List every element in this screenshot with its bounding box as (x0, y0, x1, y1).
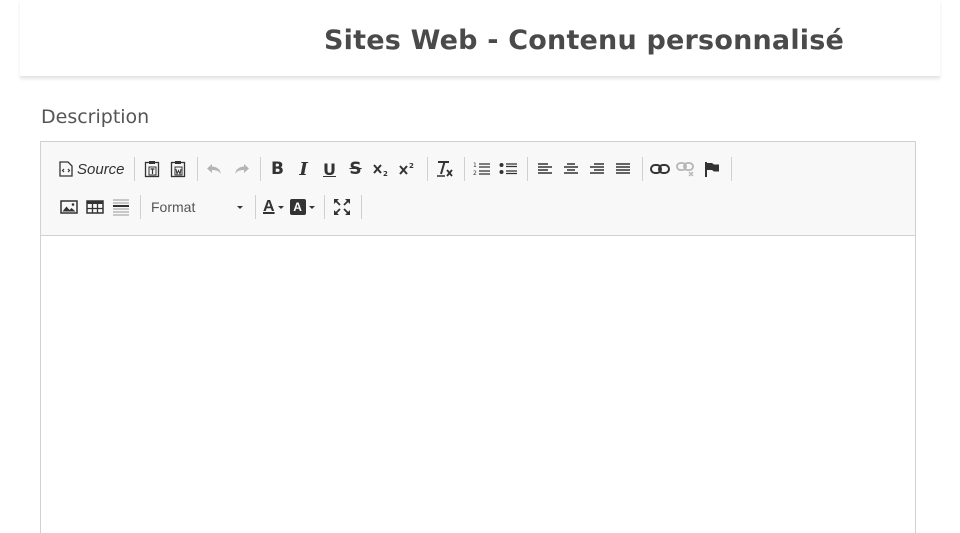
maximize-icon (333, 198, 351, 216)
align-right-icon (589, 162, 605, 176)
source-label: Source (77, 160, 125, 178)
description-label: Description (41, 106, 150, 128)
editor-content-area[interactable] (41, 236, 915, 533)
anchor-button[interactable] (699, 156, 725, 182)
page: Sites Web - Contenu personnalisé Descrip… (0, 0, 960, 533)
align-center-icon (563, 162, 579, 176)
maximize-button[interactable] (329, 194, 355, 220)
bulleted-list-button[interactable] (495, 156, 521, 182)
align-left-button[interactable] (532, 156, 558, 182)
toolbar-group-list: 12 (469, 157, 528, 181)
toolbar-group-insert (56, 195, 141, 219)
numbered-list-icon: 12 (473, 161, 491, 177)
remove-format-icon (435, 160, 455, 178)
bold-icon: B (271, 159, 285, 179)
background-color-icon: A (289, 199, 306, 215)
remove-format-button[interactable] (432, 156, 458, 182)
toolbar-group-colors: A A (260, 195, 325, 219)
format-label: Format (151, 199, 196, 215)
toolbar-group-links (647, 157, 732, 181)
redo-button[interactable] (228, 156, 254, 182)
table-button[interactable] (82, 194, 108, 220)
underline-icon: U (323, 159, 337, 179)
toolbar-row-2: Format A A (56, 188, 915, 226)
chevron-down-icon (277, 205, 284, 209)
horizontal-rule-icon (112, 198, 130, 216)
unlink-button[interactable] (673, 156, 699, 182)
header: Sites Web - Contenu personnalisé (20, 0, 940, 77)
source-icon (59, 161, 73, 177)
justify-icon (615, 162, 631, 176)
strikethrough-icon: S (349, 159, 362, 179)
svg-text:1: 1 (473, 162, 477, 169)
toolbar-group-styles: Format (145, 195, 256, 219)
image-button[interactable] (56, 194, 82, 220)
underline-button[interactable]: U (317, 156, 343, 182)
align-left-icon (537, 162, 553, 176)
chevron-down-icon (237, 205, 243, 209)
italic-icon: I (299, 158, 308, 180)
italic-button[interactable]: I (291, 156, 317, 182)
source-button[interactable]: Source (56, 156, 128, 182)
toolbar-group-tools (329, 195, 362, 219)
rich-text-editor: Source B I U S 2 2 1 2 Format A A (40, 141, 916, 533)
svg-text:2: 2 (383, 170, 388, 177)
superscript-button[interactable]: 2 (395, 156, 421, 182)
background-color-button[interactable]: A (287, 194, 318, 220)
horizontal-rule-button[interactable] (108, 194, 134, 220)
anchor-icon (704, 161, 720, 177)
editor-toolbar: Source B I U S 2 2 1 2 Format A A (41, 142, 915, 236)
toolbar-row-1: Source B I U S 2 2 1 2 (56, 150, 915, 188)
toolbar-group-document: Source (56, 157, 135, 181)
unlink-icon (675, 161, 696, 177)
toolbar-group-align (532, 157, 643, 181)
toolbar-group-basicstyles: B I U S 2 2 (265, 157, 428, 181)
subscript-button[interactable]: 2 (369, 156, 395, 182)
format-dropdown[interactable]: Format (145, 195, 249, 219)
page-title: Sites Web - Contenu personnalisé (324, 25, 845, 56)
image-icon (60, 200, 78, 214)
paste-word-button[interactable] (165, 156, 191, 182)
bulleted-list-icon (499, 161, 517, 177)
toolbar-group-clipboard (139, 157, 198, 181)
superscript-icon: 2 (398, 161, 418, 177)
svg-text:2: 2 (473, 170, 477, 177)
text-color-button[interactable]: A (260, 194, 287, 220)
justify-button[interactable] (610, 156, 636, 182)
paste-text-button[interactable] (139, 156, 165, 182)
subscript-icon: 2 (372, 161, 392, 177)
strikethrough-button[interactable]: S (343, 156, 369, 182)
undo-icon (206, 162, 224, 176)
redo-icon (232, 162, 250, 176)
link-icon (649, 163, 670, 175)
toolbar-group-undo (202, 157, 261, 181)
chevron-down-icon (308, 205, 315, 209)
undo-button[interactable] (202, 156, 228, 182)
align-center-button[interactable] (558, 156, 584, 182)
bold-button[interactable]: B (265, 156, 291, 182)
paste-text-icon (144, 160, 160, 178)
text-color-icon: A (263, 198, 275, 215)
toolbar-group-cleanup (432, 157, 465, 181)
table-icon (86, 200, 104, 214)
numbered-list-button[interactable]: 12 (469, 156, 495, 182)
svg-text:2: 2 (409, 162, 414, 170)
paste-word-icon (170, 160, 186, 178)
align-right-button[interactable] (584, 156, 610, 182)
link-button[interactable] (647, 156, 673, 182)
